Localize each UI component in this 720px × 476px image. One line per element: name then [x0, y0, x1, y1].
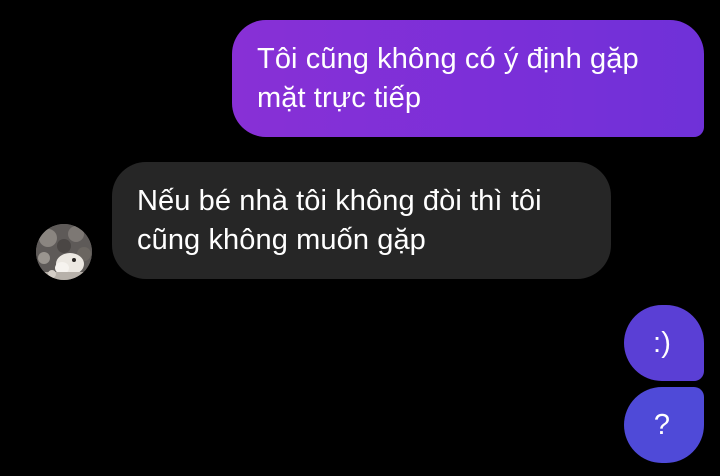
incoming-message-bubble[interactable]: Nếu bé nhà tôi không đòi thì tôi cũng kh…: [112, 162, 611, 279]
message-text: Tôi cũng không có ý định gặp mặt trực ti…: [257, 43, 639, 114]
outgoing-message-bubble[interactable]: ?: [624, 387, 704, 463]
outgoing-message-bubble[interactable]: :): [624, 305, 704, 381]
message-text: Nếu bé nhà tôi không đòi thì tôi cũng kh…: [137, 185, 542, 256]
message-text: ?: [653, 408, 671, 441]
avatar[interactable]: [36, 224, 92, 280]
chat-thread: Tôi cũng không có ý định gặp mặt trực ti…: [0, 0, 720, 476]
profile-photo-avatar-icon: [36, 224, 92, 280]
message-text: :): [653, 326, 671, 359]
outgoing-message-bubble[interactable]: Tôi cũng không có ý định gặp mặt trực ti…: [232, 20, 704, 137]
